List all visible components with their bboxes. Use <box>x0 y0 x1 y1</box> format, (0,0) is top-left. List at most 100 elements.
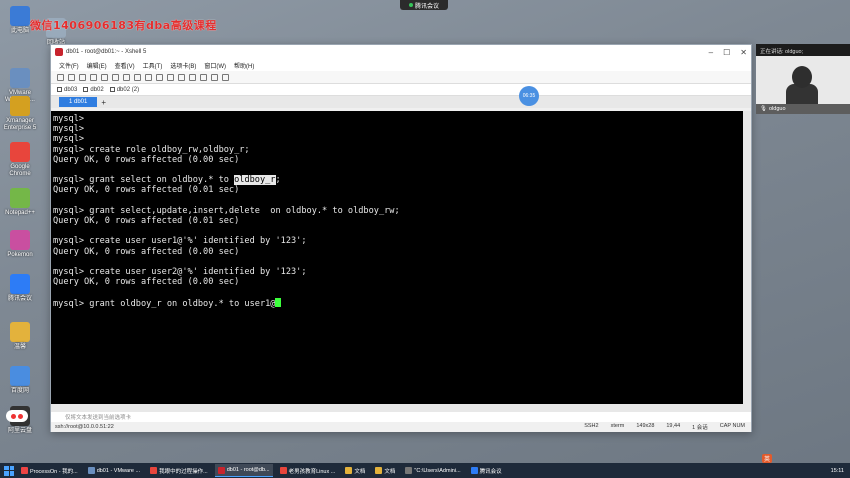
desktop-app-icon <box>10 6 30 26</box>
horizontal-scrollbar[interactable] <box>51 404 751 412</box>
terminal-line: Query OK, 0 rows affected (0.00 sec) <box>53 246 240 257</box>
taskbar-item-label: 文档 <box>354 468 366 475</box>
taskbar-item-label: 老男孩教育Linux ... <box>288 468 336 475</box>
taskbar-item-6[interactable]: 文档 <box>372 464 398 477</box>
toolbar <box>51 71 751 84</box>
add-tab-icon[interactable]: + <box>101 98 106 107</box>
session-icon <box>83 87 89 92</box>
taskbar-item-label: 文档 <box>384 468 396 475</box>
taskbar-item-2[interactable]: 我眼中的过程操作... <box>147 464 211 477</box>
tab-db01[interactable]: 1 db01 <box>59 97 98 107</box>
globe-icon[interactable] <box>156 73 163 81</box>
lock-icon[interactable] <box>189 73 196 81</box>
taskbar-item-4[interactable]: 老男孩教育Linux ... <box>277 464 339 477</box>
vertical-scrollbar[interactable] <box>743 111 751 404</box>
menu-item-3[interactable]: 工具(T) <box>143 61 163 70</box>
taskbar-item-label: db01 - VMware ... <box>96 467 141 474</box>
menu-item-1[interactable]: 编辑(E) <box>87 61 107 70</box>
menu-item-0[interactable]: 文件(F) <box>59 61 79 70</box>
session-label: db02 (2) <box>116 86 140 93</box>
ime-lang[interactable]: 英 <box>762 454 773 463</box>
taskbar-item-8[interactable]: 腾讯会议 <box>468 464 505 477</box>
session-link-0[interactable]: db03 <box>57 87 77 93</box>
status-bar: ssh://root@10.0.0.51:22 SSH2 xterm 149x2… <box>51 422 751 432</box>
taskbar-item-label: "C:\Users\Admini... <box>414 467 461 474</box>
paste-icon[interactable] <box>112 73 119 81</box>
open-folder-icon[interactable] <box>68 73 75 81</box>
status-connection: ssh://root@10.0.0.51:22 <box>55 424 114 430</box>
status-sessions: 1 会话 <box>692 425 708 431</box>
terminal-line: Query OK, 0 rows affected (0.01 sec) <box>53 216 240 227</box>
desktop-icon-5[interactable]: Notepad++ <box>2 188 38 217</box>
link-icon[interactable] <box>79 73 86 81</box>
taskbar-item-3[interactable]: db01 - root@db... <box>214 464 273 477</box>
session-label: db03 <box>64 86 78 93</box>
print-icon[interactable] <box>134 73 141 81</box>
menu-item-5[interactable]: 窗口(W) <box>204 61 226 70</box>
taskbar-item-label: 腾讯会议 <box>479 468 502 475</box>
desktop-icon-label: Pokemon <box>7 252 33 258</box>
xshell-app-icon <box>55 48 63 56</box>
terminal-line: mysql> create role oldboy_rw,oldboy_r; <box>53 144 250 155</box>
taskbar-item-7[interactable]: "C:\Users\Admini... <box>402 464 463 477</box>
session-icon <box>109 87 115 92</box>
menu-item-4[interactable]: 选项卡(B) <box>170 61 196 70</box>
recording-timer: 06:35 <box>519 86 539 106</box>
desktop-icon-6[interactable]: Pokemon <box>2 230 38 259</box>
taskbar-item-5[interactable]: 文档 <box>342 464 368 477</box>
status-term: xterm <box>610 423 625 429</box>
menu-item-2[interactable]: 查看(V) <box>115 61 135 70</box>
taskbar-app-icon <box>150 467 158 474</box>
title-bar: db01 - root@db01:~ - Xshell 5 – ☐ ✕ <box>51 45 751 59</box>
desktop-icon-label: 腾讯会议 <box>7 296 32 302</box>
taskbar-app-icon <box>217 466 225 474</box>
desktop-icon-7[interactable]: 腾讯会议 <box>2 274 38 303</box>
live-dot-icon <box>408 3 413 7</box>
meeting-indicator[interactable]: 腾讯会议 <box>400 0 448 10</box>
terminal-output[interactable]: mysql> mysql> mysql> mysql> create role old… <box>51 111 743 404</box>
speaker-panel: 正在讲话: oldguo; 🎙 oldguo <box>756 44 850 114</box>
terminal-line: mysql> <box>53 114 85 124</box>
properties-icon[interactable] <box>90 73 97 81</box>
session-icon <box>57 87 62 92</box>
desktop-icon-4[interactable]: Google Chrome <box>2 142 38 178</box>
microphone-icon: 🎙 <box>760 106 767 112</box>
transfer-icon[interactable] <box>145 73 152 81</box>
desktop-icon-3[interactable]: Xmanager Enterprise 5 <box>2 96 38 132</box>
desktop-app-icon <box>10 366 30 386</box>
start-icon[interactable] <box>4 465 14 476</box>
maximize-icon[interactable]: ☐ <box>723 48 730 57</box>
ime-floating-bar[interactable]: 英 <box>762 454 773 463</box>
desktop-icon-8[interactable]: 温馨 <box>2 322 38 351</box>
session-link-2[interactable]: db02 (2) <box>109 86 140 93</box>
menu-item-6[interactable]: 帮助(H) <box>234 61 254 70</box>
new-session-icon[interactable] <box>57 73 64 81</box>
desktop-icon-label: Google Chrome <box>9 164 31 177</box>
speaker-name-bar: 🎙 oldguo <box>756 104 850 114</box>
session-link-1[interactable]: db02 <box>83 87 104 93</box>
script-icon[interactable] <box>178 73 185 81</box>
record-widget[interactable] <box>6 410 28 422</box>
terminal-line: mysql> create user user2@'%' identified … <box>53 267 307 278</box>
find-icon[interactable] <box>123 73 130 81</box>
desktop-app-icon <box>10 68 30 88</box>
fullscreen-icon[interactable] <box>200 73 207 81</box>
terminal-line: Query OK, 0 rows affected (0.01 sec) <box>53 185 240 196</box>
terminal-line: Query OK, 0 rows affected (0.00 sec) <box>53 154 240 165</box>
copy-icon[interactable] <box>101 73 108 81</box>
compose-icon[interactable] <box>211 73 218 81</box>
record-icon-2 <box>18 413 23 419</box>
clock[interactable]: 15:11 <box>831 468 844 474</box>
font-icon[interactable] <box>167 73 174 81</box>
minimize-icon[interactable]: – <box>709 48 713 57</box>
help-icon[interactable] <box>222 73 229 81</box>
taskbar-item-0[interactable]: ProcessOn - 我的... <box>18 464 81 477</box>
compose-input[interactable]: 仅将文本发送到当前选项卡 <box>51 412 751 422</box>
desktop-app-icon <box>10 274 30 294</box>
taskbar-item-1[interactable]: db01 - VMware ... <box>85 464 143 477</box>
desktop-icon-9[interactable]: 百度网 <box>2 366 38 395</box>
close-icon[interactable]: ✕ <box>740 48 747 57</box>
taskbar-app-icon <box>21 467 28 474</box>
